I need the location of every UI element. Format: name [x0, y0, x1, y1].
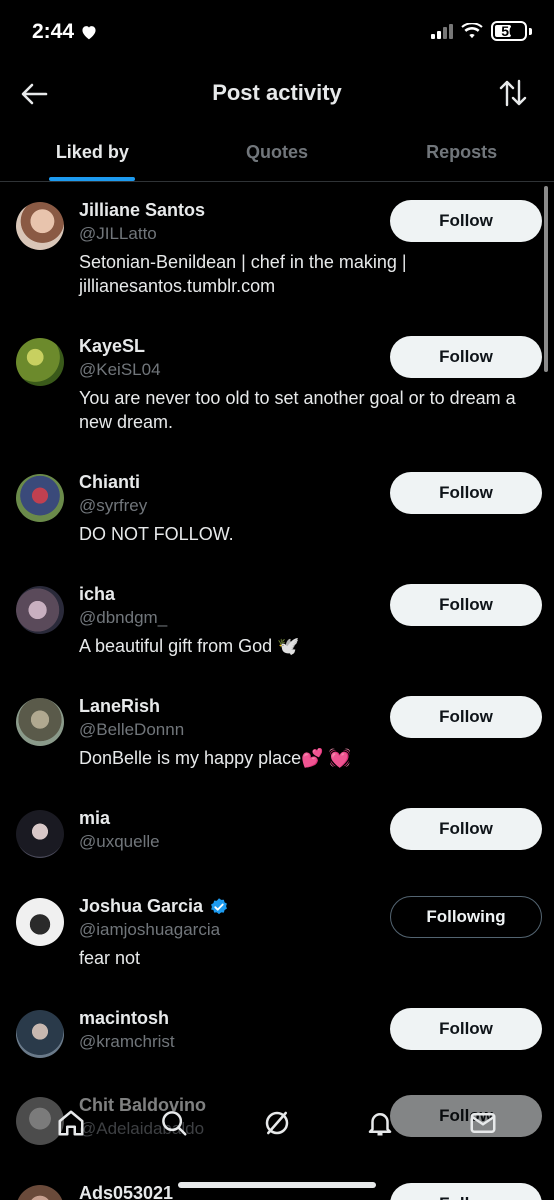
follow-button[interactable]: Follow: [390, 584, 542, 626]
sort-button[interactable]: [496, 76, 530, 110]
follow-button[interactable]: Follow: [390, 696, 542, 738]
user-handle[interactable]: @kramchrist: [79, 1032, 175, 1052]
avatar[interactable]: [16, 698, 64, 746]
avatar[interactable]: [16, 1185, 64, 1200]
user-name[interactable]: icha: [79, 584, 115, 605]
search-icon: [162, 1111, 187, 1136]
wifi-icon: [461, 23, 483, 39]
follow-button[interactable]: Follow: [390, 1183, 542, 1200]
messages-icon: [470, 1113, 496, 1133]
grok-icon: [265, 1111, 289, 1135]
avatar[interactable]: [16, 810, 64, 858]
user-handle[interactable]: @syrfrey: [79, 496, 147, 516]
status-time-text: 2:44: [32, 20, 75, 43]
user-handle[interactable]: @dbndgm_: [79, 608, 167, 628]
status-icons: 50: [431, 21, 532, 41]
follow-button[interactable]: Follow: [390, 1008, 542, 1050]
user-name[interactable]: KayeSL: [79, 336, 145, 357]
battery-icon: 50: [491, 21, 527, 41]
tab-quotes[interactable]: Quotes: [185, 124, 370, 181]
cellular-signal-icon: [431, 23, 453, 39]
follow-button[interactable]: Follow: [390, 808, 542, 850]
nav-home[interactable]: [51, 1103, 91, 1143]
status-time: 2:44: [32, 20, 98, 44]
user-bio: A beautiful gift from God 🕊️: [79, 636, 300, 656]
status-bar: 2:44 50: [0, 0, 554, 66]
follow-button[interactable]: Follow: [390, 472, 542, 514]
scrollbar[interactable]: [544, 186, 548, 372]
nav-messages[interactable]: [463, 1103, 503, 1143]
following-button[interactable]: Following: [390, 896, 542, 938]
avatar[interactable]: [16, 474, 64, 522]
header: Post activity: [0, 66, 554, 124]
avatar[interactable]: [16, 338, 64, 386]
user-name[interactable]: Joshua Garcia: [79, 896, 203, 917]
sort-arrows-icon: [499, 79, 527, 107]
user-name[interactable]: Chianti: [79, 472, 140, 493]
list-item[interactable]: macintosh @kramchrist Follow: [0, 991, 554, 1089]
user-bio: DonBelle is my happy place💕 💓: [79, 748, 351, 768]
tab-bar: Liked by Quotes Reposts: [0, 124, 554, 182]
user-name[interactable]: mia: [79, 808, 110, 829]
user-bio: Setonian-Benildean | chef in the making …: [79, 252, 407, 296]
home-indicator[interactable]: [178, 1182, 376, 1188]
heart-icon: [82, 26, 96, 40]
battery-level: 50: [501, 23, 517, 39]
avatar[interactable]: [16, 898, 64, 946]
user-handle[interactable]: @JILLatto: [79, 224, 157, 244]
list-item[interactable]: mia @uxquelle Follow: [0, 791, 554, 879]
verified-badge-icon: [211, 897, 227, 914]
follow-button[interactable]: Follow: [390, 200, 542, 242]
user-handle[interactable]: @BelleDonnn: [79, 720, 184, 740]
home-icon: [58, 1110, 84, 1136]
tab-reposts[interactable]: Reposts: [369, 124, 554, 181]
user-handle[interactable]: @iamjoshuagarcia: [79, 920, 220, 940]
user-name[interactable]: LaneRish: [79, 696, 160, 717]
list-item[interactable]: Ads053021 Follow: [0, 1177, 554, 1200]
avatar[interactable]: [16, 202, 64, 250]
user-bio: DO NOT FOLLOW.: [79, 524, 234, 544]
list-item[interactable]: icha @dbndgm_ A beautiful gift from God …: [0, 567, 554, 679]
user-handle[interactable]: @uxquelle: [79, 832, 160, 852]
nav-notifications[interactable]: [360, 1103, 400, 1143]
user-handle[interactable]: @KeiSL04: [79, 360, 161, 380]
avatar[interactable]: [16, 1010, 64, 1058]
nav-search[interactable]: [154, 1103, 194, 1143]
nav-grok[interactable]: [257, 1103, 297, 1143]
user-name[interactable]: macintosh: [79, 1008, 169, 1029]
bottom-nav: [0, 1088, 554, 1158]
list-item[interactable]: KayeSL @KeiSL04 You are never too old to…: [0, 319, 554, 455]
notifications-icon: [368, 1113, 392, 1136]
avatar[interactable]: [16, 586, 64, 634]
list-item[interactable]: Joshua Garcia @iamjoshuagarcia fear not …: [0, 879, 554, 991]
user-bio: fear not: [79, 948, 141, 968]
list-item[interactable]: Jilliane Santos @JILLatto Setonian-Benil…: [0, 183, 554, 319]
page-title: Post activity: [212, 80, 342, 105]
tab-liked-by[interactable]: Liked by: [0, 124, 185, 181]
list-item[interactable]: Chianti @syrfrey DO NOT FOLLOW. Follow: [0, 455, 554, 567]
follow-button[interactable]: Follow: [390, 336, 542, 378]
user-bio: You are never too old to set another goa…: [79, 388, 516, 432]
list-item[interactable]: LaneRish @BelleDonnn DonBelle is my happ…: [0, 679, 554, 791]
user-name[interactable]: Jilliane Santos: [79, 200, 205, 221]
user-name[interactable]: Ads053021: [79, 1183, 173, 1200]
